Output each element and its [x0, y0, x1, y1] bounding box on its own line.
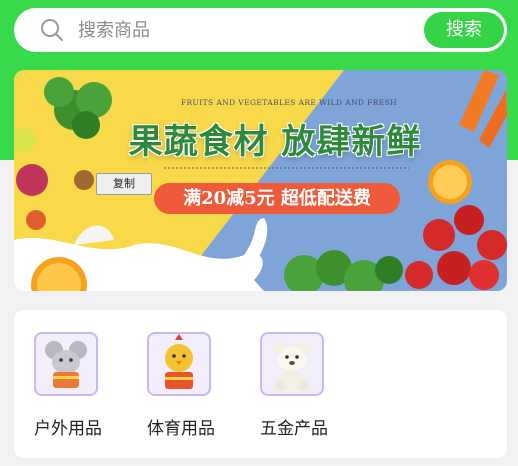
- category-panel: 户外用品 体育用品 五金产品: [14, 310, 507, 458]
- category-item-outdoor[interactable]: 户外用品: [18, 332, 108, 442]
- banner-promo: 满20减5元 超低配送费: [154, 183, 400, 214]
- banner-subtitle: FRUITS AND VEGETABLES ARE WILD AND FRESH: [180, 98, 398, 107]
- mouse-toy-icon: [34, 332, 98, 396]
- chick-toy-icon: [147, 332, 211, 396]
- bear-toy-icon: [260, 332, 324, 396]
- copy-button[interactable]: 复制: [96, 173, 152, 195]
- category-item-hardware[interactable]: 五金产品: [244, 332, 334, 442]
- search-icon: [41, 19, 63, 41]
- category-label: 户外用品: [34, 419, 102, 439]
- banner-title: 果蔬食材 放肆新鲜: [128, 122, 422, 162]
- category-item-sports[interactable]: 体育用品: [131, 332, 221, 442]
- category-label: 五金产品: [260, 419, 328, 439]
- category-label: 体育用品: [147, 419, 215, 439]
- promo-banner[interactable]: FRUITS AND VEGETABLES ARE WILD AND FRESH…: [14, 70, 507, 291]
- search-button[interactable]: 搜索: [422, 10, 506, 50]
- search-input[interactable]: [78, 8, 398, 52]
